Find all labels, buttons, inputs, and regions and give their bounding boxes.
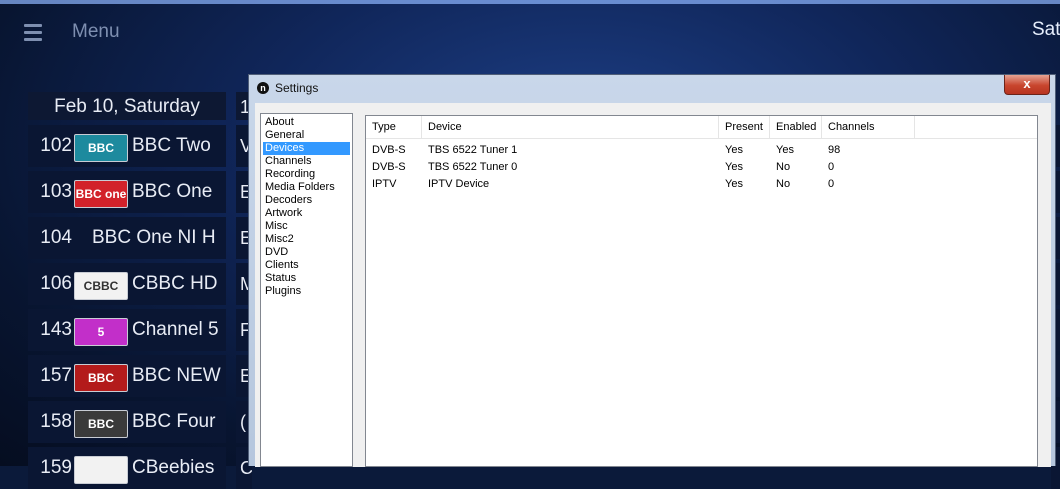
table-cell: DVB-S [372,144,406,156]
channel-logo: 5 [74,318,128,346]
channel-logo: BBC TWO [74,134,128,162]
channel-row[interactable]: 104 BBC One NI H [28,217,226,259]
column-header-present[interactable]: Present [719,116,770,138]
table-cell: 0 [828,178,835,190]
channel-logo: CBBC [74,272,128,300]
channel-row[interactable]: 143 5 Channel 5 [28,309,226,351]
channel-name: CBBC HD [132,273,218,294]
nav-item-status[interactable]: Status [263,272,350,285]
table-cell: 98 [828,144,841,156]
settings-nav-list[interactable]: About General Devices Channels Recording Medi… [260,113,353,467]
nav-item-media-folders[interactable]: Media Folders [263,181,350,194]
close-button[interactable]: x [1004,75,1050,95]
table-cell: IPTV Device [428,178,490,190]
channel-number: 158 [40,411,72,432]
nav-item-misc[interactable]: Misc [263,220,350,233]
nav-item-about[interactable]: About [263,116,350,129]
channel-row[interactable]: 159 CBeebies [28,447,226,489]
settings-dialog: n Settings x About General Devices Channels… [248,74,1056,467]
channel-row[interactable]: 106 CBBC CBBC HD [28,263,226,305]
channel-logo: BBC NEWS [74,364,128,392]
nav-item-general[interactable]: General [263,129,350,142]
table-cell: Yes [725,178,743,190]
channel-row[interactable]: 158BBC FOURBBC Four [28,401,226,443]
nav-item-decoders[interactable]: Decoders [263,194,350,207]
channel-number: 143 [40,319,72,340]
table-cell: Yes [776,144,794,156]
channel-number: 157 [40,365,72,386]
channel-row[interactable]: 102BBC TWOBBC Two [28,125,226,167]
channel-row[interactable]: 157BBC NEWSBBC NEW [28,355,226,397]
column-header-enabled[interactable]: Enabled [770,116,822,138]
channel-number: 106 [40,273,72,294]
table-cell: IPTV [372,178,397,190]
dialog-client-area: About General Devices Channels Recording Medi… [255,103,1051,467]
channel-name: BBC Two [132,135,211,156]
column-header-device[interactable]: Device [422,116,719,138]
table-cell: 0 [828,161,835,173]
table-header: Type Device Present Enabled Channels [366,116,1037,139]
channel-row[interactable]: 103 BBC one BBC One [28,171,226,213]
app-icon: n [257,82,269,94]
channel-name: CBeebies [132,457,215,478]
nav-item-artwork[interactable]: Artwork [263,207,350,220]
table-cell: Yes [725,161,743,173]
nav-item-dvd[interactable]: DVD [263,246,350,259]
table-row[interactable]: DVB-S TBS 6522 Tuner 1 Yes Yes 98 [366,142,1037,159]
channel-name: Channel 5 [132,319,219,340]
menu-label[interactable]: Menu [72,21,120,43]
channel-number: 103 [40,181,72,202]
column-header-type[interactable]: Type [366,116,422,138]
channel-logo: BBC one [74,180,128,208]
channel-name: BBC One [132,181,213,202]
nav-item-recording[interactable]: Recording [263,168,350,181]
channel-number: 104 [40,227,72,248]
channel-name: BBC One NI H [92,227,216,248]
nav-item-plugins[interactable]: Plugins [263,285,350,298]
nav-item-channels[interactable]: Channels [263,155,350,168]
header-right-label: Sat [1032,19,1060,40]
nav-item-devices[interactable]: Devices [263,142,350,155]
table-row[interactable]: IPTV IPTV Device Yes No 0 [366,176,1037,193]
channel-name: BBC NEW [132,365,221,386]
channel-logo: BBC FOUR [74,410,128,438]
nav-item-misc2[interactable]: Misc2 [263,233,350,246]
table-cell: No [776,161,791,173]
column-header-channels[interactable]: Channels [822,116,915,138]
table-cell: No [776,178,791,190]
table-cell: DVB-S [372,161,406,173]
channel-number: 159 [40,457,72,478]
channel-name: BBC Four [132,411,216,432]
dialog-title: Settings [275,81,319,95]
table-cell: Yes [725,144,743,156]
nav-item-clients[interactable]: Clients [263,259,350,272]
hamburger-menu-icon[interactable] [24,24,42,42]
channel-logo [74,456,128,484]
guide-date-header: Feb 10, Saturday [28,92,226,120]
table-cell: TBS 6522 Tuner 0 [428,161,518,173]
devices-table: Type Device Present Enabled Channels DVB-S TB… [365,115,1038,467]
table-cell: TBS 6522 Tuner 1 [428,144,518,156]
channel-number: 102 [40,135,72,156]
table-row[interactable]: DVB-S TBS 6522 Tuner 0 Yes No 0 [366,159,1037,176]
